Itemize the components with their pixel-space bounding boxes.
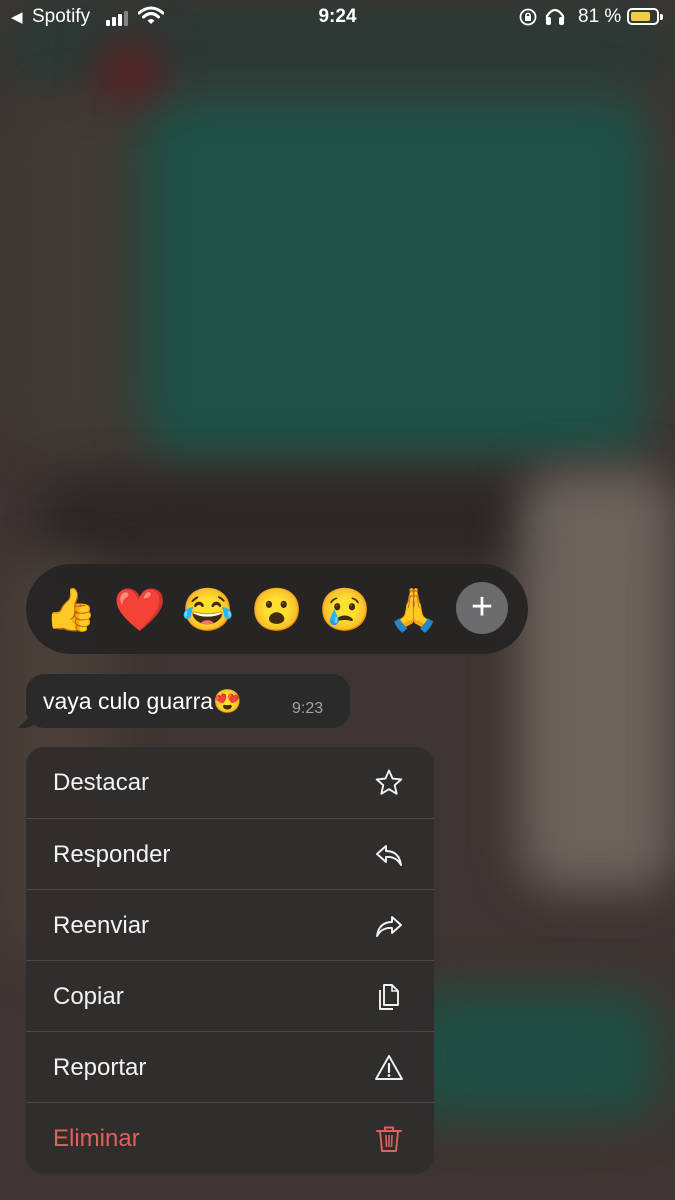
status-bar: ◀ Spotify 9:24 81 % xyxy=(0,0,675,36)
reaction-thumbs-up[interactable]: 👍 xyxy=(43,582,99,638)
reply-icon xyxy=(376,845,402,866)
battery-icon xyxy=(627,8,663,25)
more-reactions-button[interactable]: + xyxy=(456,582,508,634)
battery-percentage: 81 % xyxy=(578,6,622,27)
menu-item-reenviar[interactable]: Reenviar xyxy=(26,889,434,961)
headphones-icon xyxy=(545,8,565,25)
message-time: 9:23 xyxy=(292,700,324,717)
forward-icon xyxy=(376,916,402,937)
reaction-laughing[interactable]: 😂 xyxy=(180,582,236,638)
trash-icon xyxy=(376,1126,402,1152)
menu-item-destacar[interactable]: Destacar xyxy=(26,747,434,818)
menu-item-label: Eliminar xyxy=(53,1125,140,1152)
menu-item-copiar[interactable]: Copiar xyxy=(26,960,434,1032)
menu-item-eliminar[interactable]: Eliminar xyxy=(26,1102,434,1174)
orientation-lock-icon xyxy=(519,8,537,26)
message-bubble[interactable]: vaya culo guarra😍 9:23 xyxy=(18,674,350,728)
reaction-bar: 👍 ❤️ 😂 😮 😢 🙏 + xyxy=(26,564,528,654)
copy-icon xyxy=(379,984,399,1010)
message-context-menu: Destacar Responder Reenviar Copiar Repor… xyxy=(26,747,434,1174)
reaction-heart[interactable]: ❤️ xyxy=(112,582,168,638)
warning-icon xyxy=(375,1055,403,1080)
star-icon xyxy=(375,769,403,795)
menu-item-label: Reportar xyxy=(53,1054,147,1081)
menu-item-reportar[interactable]: Reportar xyxy=(26,1031,434,1103)
reaction-crying[interactable]: 😢 xyxy=(317,582,373,638)
message-text: vaya culo guarra😍 xyxy=(43,688,242,714)
battery-fill xyxy=(631,12,650,21)
menu-item-label: Copiar xyxy=(53,983,124,1010)
menu-item-label: Destacar xyxy=(53,769,150,796)
reaction-praying[interactable]: 🙏 xyxy=(386,582,442,638)
menu-item-label: Responder xyxy=(53,841,171,868)
reaction-surprised[interactable]: 😮 xyxy=(249,582,305,638)
menu-item-label: Reenviar xyxy=(53,912,150,939)
status-time: 9:24 xyxy=(318,6,357,27)
menu-item-responder[interactable]: Responder xyxy=(26,818,434,890)
